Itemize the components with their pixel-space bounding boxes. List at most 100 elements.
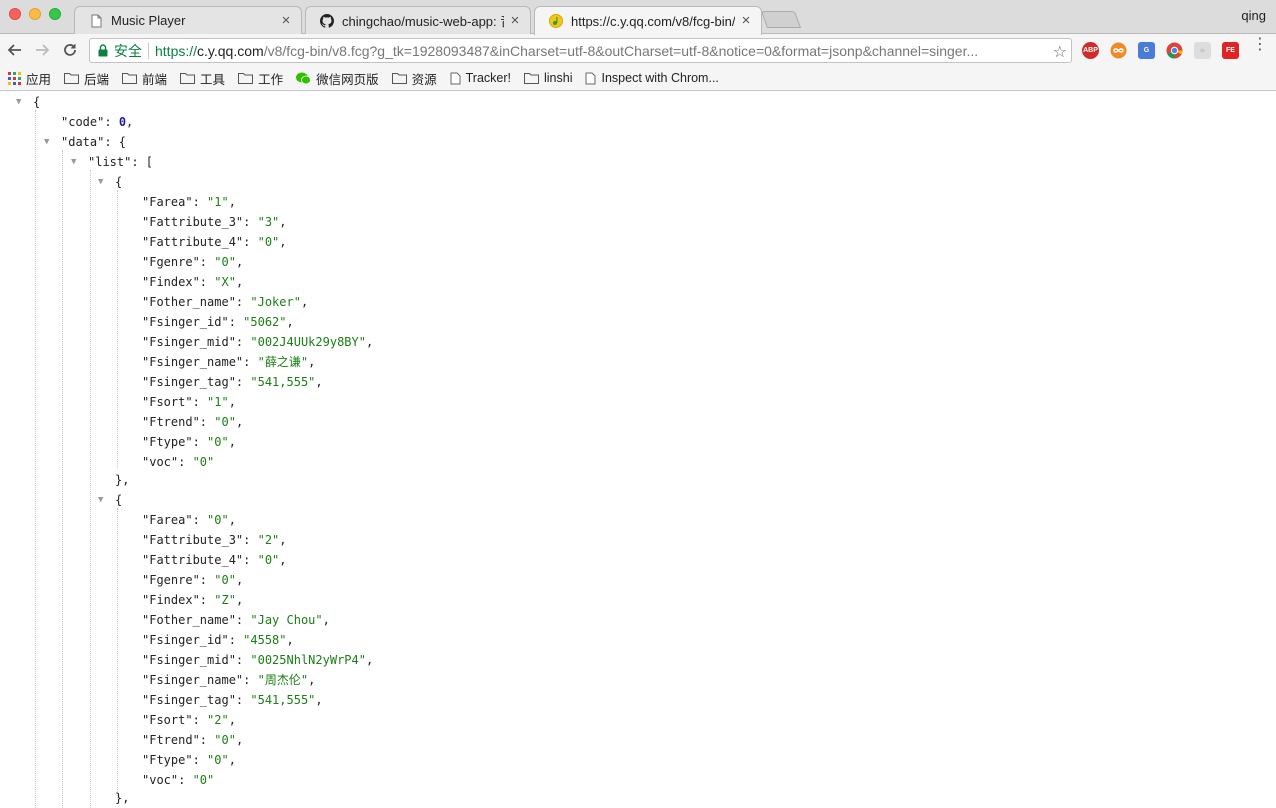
json-key: "Fsinger_tag"	[142, 375, 236, 389]
bookmark-label: Tracker!	[465, 71, 511, 85]
json-key: "Fgenre"	[142, 573, 200, 587]
bookmark-tracker[interactable]: Tracker!	[450, 71, 511, 85]
close-window-button[interactable]	[9, 8, 21, 20]
fehelper-icon[interactable]: FE	[1222, 42, 1239, 59]
json-line-fsinger_id: "Fsinger_id": "5062",	[142, 315, 294, 329]
json-line-fattribute_3: "Fattribute_3": "2",	[142, 533, 287, 547]
bookmark-folder-linshi[interactable]: linshi	[523, 71, 572, 85]
collapse-toggle-icon[interactable]: ▼	[71, 157, 81, 167]
json-key: "Findex"	[142, 593, 200, 607]
bookmark-folder-backend[interactable]: 后端	[64, 69, 109, 88]
json-line-farea: "Farea": "0",	[142, 513, 236, 527]
json-value: "2"	[207, 713, 229, 727]
bookmark-inspect-with-chrome[interactable]: Inspect with Chrom...	[585, 71, 719, 85]
bookmark-label: 后端	[84, 72, 110, 87]
json-line-fsinger_name: "Fsinger_name": "薛之谦",	[142, 355, 316, 369]
bookmark-folder-tools[interactable]: 工具	[180, 69, 225, 88]
tab-music-player[interactable]: Music Player ×	[74, 6, 302, 34]
json-key: "Fsinger_mid"	[142, 335, 236, 349]
json-key: "Fsinger_mid"	[142, 653, 236, 667]
address-bar[interactable]: 安全 https://c.y.qq.com/v8/fcg-bin/v8.fcg?…	[89, 38, 1072, 63]
close-icon[interactable]: ×	[279, 13, 293, 28]
json-value: "0"	[214, 415, 236, 429]
json-value: "541,555"	[250, 375, 316, 389]
folder-icon	[122, 72, 138, 84]
bookmark-wechat[interactable]: 微信网页版	[296, 69, 379, 88]
json-value: "3"	[257, 215, 280, 229]
bookmark-label: 前端	[142, 72, 168, 87]
json-key: "Fother_name"	[142, 613, 236, 627]
json-line-fgenre: "Fgenre": "0",	[142, 255, 244, 269]
json-line-fsinger_tag: "Fsinger_tag": "541,555",	[142, 693, 323, 707]
bookmark-label: 工具	[200, 72, 226, 87]
collapse-toggle-icon[interactable]: ▼	[98, 495, 108, 505]
json-object-open: {	[115, 175, 123, 189]
bookmarks-bar: 应用 后端 前端 工具 工作 微信网页版 资源 Tracker! linshi …	[0, 66, 1276, 91]
indent-guide	[117, 508, 118, 798]
tab-title: Music Player	[111, 13, 186, 28]
folder-icon	[523, 72, 539, 84]
close-icon[interactable]: ×	[508, 13, 522, 28]
tab-qq-music-api[interactable]: https://c.y.qq.com/v8/fcg-bin/v ×	[534, 6, 762, 35]
json-value: "002J4UUk29y8BY"	[250, 335, 366, 349]
bookmark-star-icon[interactable]: ☆	[1053, 42, 1067, 62]
json-key: "voc"	[142, 455, 179, 469]
collapse-toggle-icon[interactable]: ▼	[44, 137, 54, 147]
json-value: "Joker"	[250, 295, 301, 309]
url-text[interactable]: https://c.y.qq.com/v8/fcg-bin/v8.fcg?g_t…	[155, 43, 1071, 59]
indent-guide	[35, 110, 36, 808]
tab-strip: Music Player × chingchao/music-web-app: …	[0, 0, 1276, 35]
json-line-findex: "Findex": "X",	[142, 275, 244, 289]
back-button[interactable]	[4, 39, 26, 61]
json-key: "Farea"	[142, 195, 193, 209]
json-line-fattribute_3: "Fattribute_3": "3",	[142, 215, 287, 229]
infinity-extension-icon[interactable]	[1110, 42, 1127, 59]
json-line-fsort: "Fsort": "2",	[142, 713, 236, 727]
reload-icon	[64, 44, 76, 56]
json-line-fother_name: "Fother_name": "Jay Chou",	[142, 613, 330, 627]
forward-button[interactable]	[31, 39, 53, 61]
json-key: "Ftype"	[142, 435, 193, 449]
adblock-plus-icon[interactable]: ABP	[1082, 42, 1099, 59]
bookmark-folder-work[interactable]: 工作	[238, 69, 283, 88]
minimize-window-button[interactable]	[29, 8, 41, 20]
bookmark-label: 微信网页版	[316, 72, 379, 87]
bookmark-folder-resources[interactable]: 资源	[391, 69, 437, 88]
folder-icon	[64, 72, 80, 84]
json-line-fsinger_mid: "Fsinger_mid": "002J4UUk29y8BY",	[142, 335, 374, 349]
close-icon[interactable]: ×	[739, 13, 753, 28]
json-value: "1"	[207, 395, 229, 409]
separator	[148, 42, 149, 59]
reload-button[interactable]	[59, 39, 81, 61]
bookmark-apps[interactable]: 应用	[8, 69, 51, 88]
menu-kebab-icon[interactable]: ⋮	[1252, 37, 1268, 53]
page-icon	[585, 72, 596, 85]
fullscreen-window-button[interactable]	[49, 8, 61, 20]
collapse-toggle-icon[interactable]: ▼	[16, 97, 26, 107]
json-line-ftype: "Ftype": "0",	[142, 435, 236, 449]
chrome-extension-icon[interactable]	[1166, 42, 1183, 59]
profile-name[interactable]: qing	[1241, 8, 1266, 23]
json-key: "Findex"	[142, 275, 200, 289]
tab-github[interactable]: chingchao/music-web-app: 音 ×	[305, 6, 531, 34]
new-tab-button[interactable]	[760, 11, 802, 28]
url-protocol: https://	[155, 42, 198, 59]
collapse-toggle-icon[interactable]: ▼	[98, 177, 108, 187]
google-translate-icon[interactable]: G	[1138, 42, 1155, 59]
react-devtools-icon[interactable]: ⚛	[1194, 42, 1211, 59]
secure-label: 安全	[114, 42, 142, 59]
json-key: "Fattribute_4"	[142, 553, 244, 567]
bookmark-folder-frontend[interactable]: 前端	[122, 69, 167, 88]
page-icon	[450, 72, 461, 85]
json-line-ftrend: "Ftrend": "0",	[142, 415, 244, 429]
json-value: 0	[118, 115, 127, 129]
json-line-voc: "voc": "0"	[142, 455, 215, 469]
json-line-fattribute_4: "Fattribute_4": "0",	[142, 235, 287, 249]
page-icon	[89, 14, 103, 28]
json-line-fother_name: "Fother_name": "Joker",	[142, 295, 309, 309]
json-value: "0"	[214, 733, 236, 747]
json-object-open: {	[115, 493, 123, 507]
json-value: "541,555"	[250, 693, 316, 707]
json-key: "Fsort"	[142, 395, 193, 409]
json-line-list: "list": [	[88, 155, 154, 169]
